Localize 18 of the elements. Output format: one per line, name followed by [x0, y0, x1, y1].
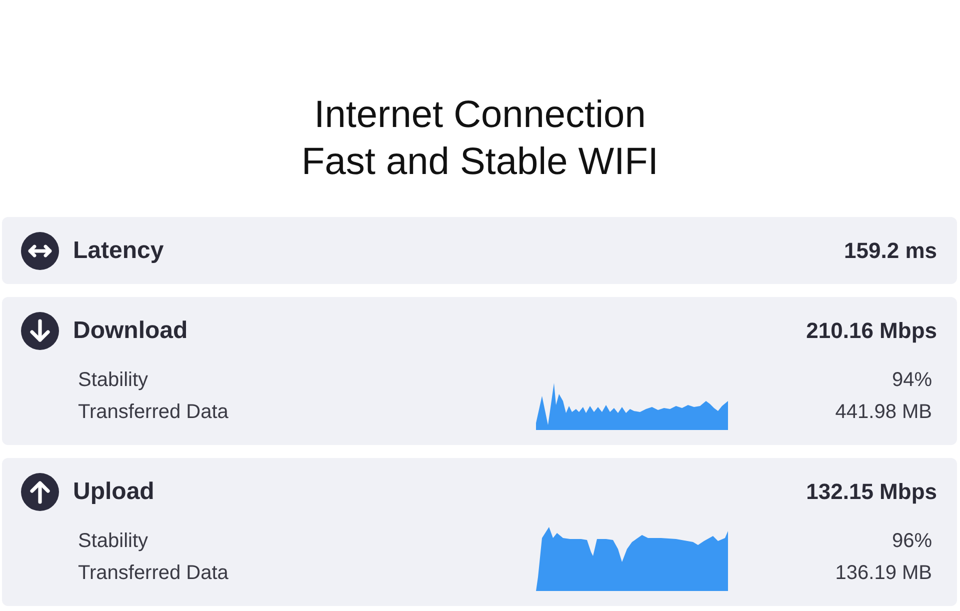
arrow-up-icon [21, 472, 59, 510]
detail-label: Stability [78, 529, 150, 554]
metric-value: 132.15 Mbps [806, 478, 937, 504]
detail-label: Stability [78, 368, 150, 393]
detail-label: Transferred Data [78, 400, 230, 425]
page-title: Internet Connection [314, 93, 646, 138]
metric-value: 210.16 Mbps [806, 318, 937, 344]
metric-label: Download [73, 316, 188, 344]
detail-label: Transferred Data [78, 561, 230, 586]
detail-value: 96% [892, 529, 932, 554]
metric-label: Latency [73, 236, 164, 264]
metric-label: Upload [73, 478, 154, 506]
page-subtitle: Fast and Stable WIFI [302, 140, 658, 185]
arrow-down-icon [21, 312, 59, 350]
detail-value: 94% [892, 368, 932, 393]
detail-value: 136.19 MB [835, 561, 932, 586]
detail-value: 441.98 MB [835, 400, 932, 425]
metric-value: 159.2 ms [844, 238, 937, 264]
